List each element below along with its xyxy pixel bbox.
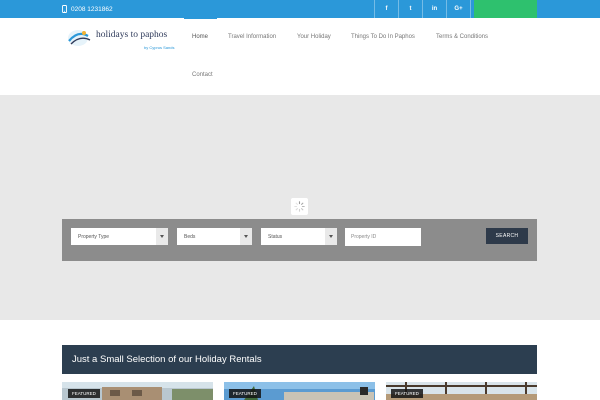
nav-active-indicator (184, 17, 217, 19)
phone-contact[interactable]: 0208 1231862 (62, 3, 113, 15)
logo-title: holidays to paphos (96, 30, 168, 40)
phone-number: 0208 1231862 (71, 5, 113, 13)
featured-badge: FEATURED (391, 389, 423, 398)
cta-button[interactable] (474, 0, 537, 18)
status-label: Status (268, 233, 283, 240)
nav-item-contact[interactable]: Contact (192, 72, 213, 78)
property-search-panel: Property Type Beds Status (62, 219, 537, 261)
rentals-section-header: Just a Small Selection of our Holiday Re… (62, 345, 537, 374)
property-id-input[interactable] (345, 228, 421, 246)
google-plus-icon[interactable]: G+ (446, 0, 470, 18)
featured-badge: FEATURED (68, 389, 100, 398)
chevron-down-icon (240, 228, 252, 245)
nav-item-travel-information[interactable]: Travel Information (228, 34, 276, 40)
loading-spinner (291, 198, 308, 215)
spinner-icon (294, 201, 305, 212)
nav-item-terms-conditions[interactable]: Terms & Conditions (436, 34, 488, 40)
chevron-down-icon (156, 228, 168, 245)
linkedin-icon[interactable]: in (422, 0, 446, 18)
nav-item-your-holiday[interactable]: Your Holiday (297, 34, 331, 40)
twitter-icon[interactable]: t (398, 0, 422, 18)
site-logo[interactable]: holidays to paphos by Cyprus Sands (66, 26, 176, 54)
beds-select[interactable]: Beds (177, 228, 252, 245)
logo-emblem-icon (68, 30, 91, 46)
mobile-phone-icon (62, 5, 67, 13)
facebook-icon[interactable]: f (374, 0, 398, 18)
featured-badge: FEATURED (229, 389, 261, 398)
section-title: Just a Small Selection of our Holiday Re… (72, 354, 262, 365)
nav-item-things-to-do[interactable]: Things To Do In Paphos (351, 34, 415, 40)
beds-label: Beds (184, 233, 196, 240)
logo-subtitle: by Cyprus Sands (144, 45, 175, 50)
top-bar: 0208 1231862 f t in G+ ◎ (0, 0, 600, 18)
search-button[interactable]: SEARCH (486, 228, 528, 244)
property-type-label: Property Type (78, 233, 110, 240)
property-type-select[interactable]: Property Type (71, 228, 168, 245)
chevron-down-icon (325, 228, 337, 245)
status-select[interactable]: Status (261, 228, 337, 245)
nav-item-home[interactable]: Home (192, 34, 208, 40)
